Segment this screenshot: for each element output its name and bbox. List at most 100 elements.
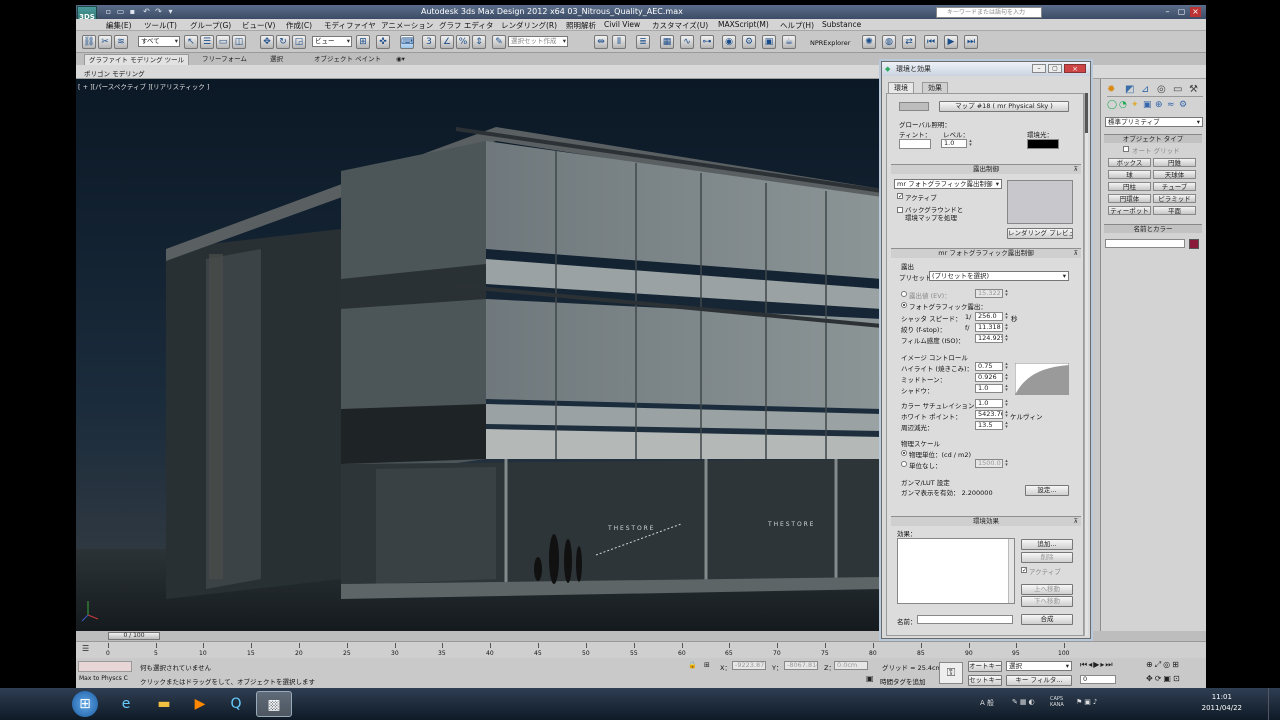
menu-lighting-analysis[interactable]: 照明解析	[566, 20, 596, 31]
menu-tools[interactable]: ツール(T)	[144, 20, 177, 31]
link-icon[interactable]: ⛓	[82, 35, 96, 49]
polygon-modeling-label[interactable]: ポリゴン モデリング	[84, 68, 145, 78]
rewind-icon[interactable]: ⏮	[924, 35, 938, 49]
cone-button[interactable]: 円錐	[1153, 158, 1196, 167]
create-tab-icon[interactable]: ✹	[1107, 84, 1115, 95]
viewport-label[interactable]: [ + ][パースペクティブ ][リアリスティック ]	[78, 81, 209, 91]
hierarchy-tab-icon[interactable]: ⊿	[1141, 84, 1149, 95]
environment-map-button[interactable]: マップ #18 ( mr Physical Sky )	[939, 101, 1069, 112]
curve-editor-icon[interactable]: ∿	[680, 35, 694, 49]
whitepoint-field[interactable]: 5423.76	[975, 410, 1003, 419]
systems-icon[interactable]: ⚙	[1179, 100, 1187, 110]
selection-filter-dropdown[interactable]: すべて	[138, 36, 180, 47]
menu-modifiers[interactable]: モディファイヤ	[324, 20, 376, 31]
quicktime-icon[interactable]: Q	[218, 691, 254, 717]
rendered-frame-icon[interactable]: ▣	[762, 35, 776, 49]
dialog-close-icon[interactable]: ×	[1064, 64, 1086, 73]
effect-name-field[interactable]	[917, 615, 1013, 624]
bind-spacewarp-icon[interactable]: ≋	[114, 35, 128, 49]
highlight-field[interactable]: 0.75	[975, 362, 1003, 371]
midtone-spinner[interactable]: ▴ ▾	[1004, 373, 1009, 382]
effect-active-checkbox[interactable]: ✓	[1021, 567, 1027, 574]
fstop-field[interactable]: 11.318	[975, 323, 1003, 332]
unlink-icon[interactable]: ✂	[98, 35, 112, 49]
utilities-tab-icon[interactable]: ⚒	[1189, 84, 1198, 95]
minimize-icon[interactable]: –	[1162, 7, 1173, 17]
sphere-button[interactable]: 球	[1108, 170, 1151, 179]
keyboard-shortcut-icon[interactable]: ⌨	[400, 35, 414, 49]
photographic-radio[interactable]	[901, 302, 907, 308]
cylinder-button[interactable]: 円柱	[1108, 182, 1151, 191]
internet-explorer-icon[interactable]: e	[108, 691, 144, 717]
ime-icons[interactable]: ✎▦◐	[1012, 698, 1037, 706]
effects-list[interactable]	[897, 538, 1015, 604]
3dsmax-taskbar-icon[interactable]: ▩	[256, 691, 292, 717]
select-object-icon[interactable]: ↖	[184, 35, 198, 49]
play-sim-icon[interactable]: ▶	[944, 35, 958, 49]
ev-field[interactable]: 15.322	[975, 289, 1003, 298]
iso-field[interactable]: 124.925	[975, 334, 1003, 343]
menu-help[interactable]: ヘルプ(H)	[780, 20, 814, 31]
physx-sim-icon[interactable]: ◍	[882, 35, 896, 49]
menu-civil-view[interactable]: Civil View	[604, 20, 640, 29]
process-bg-checkbox[interactable]	[897, 207, 903, 213]
geometry-icon[interactable]: ◯	[1107, 100, 1117, 110]
object-color-swatch[interactable]	[1189, 239, 1199, 249]
render-preview-button[interactable]: レンダリング プレビュー	[1007, 228, 1073, 239]
preset-dropdown[interactable]: (プリセットを選択)	[929, 271, 1069, 281]
layer-manager-icon[interactable]: ≣	[636, 35, 650, 49]
exposure-active-checkbox[interactable]: ✓	[897, 193, 903, 200]
saturation-field[interactable]: 1.0	[975, 399, 1003, 408]
bg-color-swatch[interactable]	[899, 102, 929, 111]
primitive-type-dropdown[interactable]: 標準プリミティブ	[1105, 117, 1203, 127]
redo-icon[interactable]: ↷	[154, 7, 163, 16]
named-selection-dropdown[interactable]: 選択セット作成	[508, 36, 568, 47]
cameras-icon[interactable]: ▣	[1143, 100, 1152, 110]
pivot-center-icon[interactable]: ⊞	[356, 35, 370, 49]
motion-tab-icon[interactable]: ◎	[1157, 84, 1166, 95]
edit-named-selection-icon[interactable]: ✎	[492, 35, 506, 49]
viewport-perspective[interactable]: [ + ][パースペクティブ ][リアリスティック ] T H E S T O …	[76, 79, 882, 631]
menu-edit[interactable]: 編集(E)	[106, 20, 132, 31]
pyramid-button[interactable]: ピラミッド	[1153, 194, 1196, 203]
tab-graphite-modeling[interactable]: グラファイト モデリング ツール	[84, 54, 190, 65]
physx-reset-icon[interactable]: ⇄	[902, 35, 916, 49]
autogrid-checkbox[interactable]	[1123, 146, 1129, 152]
atmosphere-rollout[interactable]: 環境効果 ⊼	[891, 516, 1081, 526]
window-crossing-icon[interactable]: ◫	[232, 35, 246, 49]
snap-toggle-icon[interactable]: 3	[422, 35, 436, 49]
whitepoint-spinner[interactable]: ▴ ▾	[1004, 410, 1009, 419]
menu-animation[interactable]: アニメーション	[381, 20, 433, 31]
saturation-spinner[interactable]: ▴ ▾	[1004, 399, 1009, 408]
save-icon[interactable]: ▪	[128, 7, 137, 16]
auto-key-button[interactable]: オートキー	[968, 661, 1002, 672]
display-tab-icon[interactable]: ▭	[1173, 84, 1182, 95]
move-up-button[interactable]: 上へ移動	[1021, 584, 1073, 595]
physx-icon[interactable]: ✺	[862, 35, 876, 49]
menu-customize[interactable]: カスタマイズ(U)	[652, 20, 708, 31]
helpers-icon[interactable]: ⊕	[1155, 100, 1163, 110]
midtone-field[interactable]: 0.926	[975, 373, 1003, 382]
menu-substance[interactable]: Substance	[822, 20, 861, 29]
shadow-spinner[interactable]: ▴ ▾	[1004, 384, 1009, 393]
ev-radio[interactable]	[901, 291, 907, 297]
shadow-field[interactable]: 1.0	[975, 384, 1003, 393]
y-coord-field[interactable]: -8067.81c	[784, 661, 818, 670]
add-effect-button[interactable]: 追加...	[1021, 539, 1073, 550]
search-input[interactable]: キーワードまたは語句を入力	[936, 7, 1042, 18]
tab-freeform[interactable]: フリーフォーム	[198, 54, 251, 65]
tab-object-paint[interactable]: オブジェクト ペイント	[310, 54, 385, 65]
explorer-folder-icon[interactable]: ▬	[146, 691, 182, 717]
physical-units-radio[interactable]	[901, 450, 907, 456]
undo-icon[interactable]: ↶	[142, 7, 151, 16]
teapot-button[interactable]: ティーポット	[1108, 206, 1151, 215]
box-button[interactable]: ボックス	[1108, 158, 1151, 167]
npr-explorer-button[interactable]: NPRExplorer	[810, 39, 850, 47]
maxscript-mini-listener[interactable]: Max to Physcs C	[79, 675, 128, 682]
absolute-mode-icon[interactable]: ⊞	[704, 661, 710, 669]
menu-maxscript[interactable]: MAXScript(M)	[718, 20, 769, 29]
add-time-tag-button[interactable]: 時間タグを追加	[880, 676, 926, 686]
key-icon[interactable]: ⚿	[939, 662, 963, 684]
dialog-scrollbar[interactable]	[1084, 93, 1088, 636]
tab-environment[interactable]: 環境	[888, 82, 914, 93]
